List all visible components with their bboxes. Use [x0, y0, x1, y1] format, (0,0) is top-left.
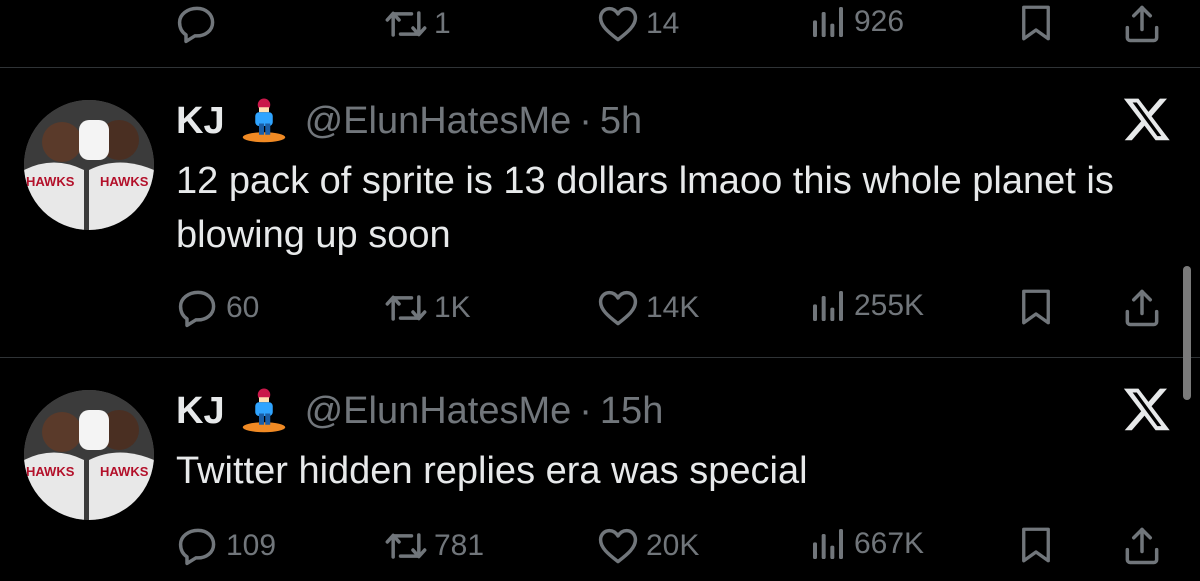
x-logo-icon: [1122, 94, 1172, 144]
avatar[interactable]: HAWKS HAWKS: [24, 100, 154, 230]
bookmark-icon: [1015, 524, 1057, 566]
views-button[interactable]: 255K: [808, 286, 924, 326]
separator: ·: [579, 99, 592, 142]
reply-icon: [175, 2, 219, 46]
tweet-action-bar-top: 1 14 926: [0, 0, 1200, 48]
repost-count: 781: [434, 529, 485, 562]
avatar[interactable]: HAWKS HAWKS: [24, 390, 154, 520]
like-button[interactable]: 14K: [596, 286, 699, 330]
bookmark-icon: [1015, 2, 1057, 44]
bookmark-button[interactable]: [1015, 2, 1057, 44]
like-button[interactable]: 20K: [596, 524, 699, 568]
reply-button[interactable]: [175, 2, 219, 46]
share-icon: [1120, 2, 1164, 46]
reply-icon: [176, 524, 220, 568]
tweet[interactable]: HAWKS HAWKS KJ @ElunHatesMe · 5h 12 pack…: [0, 68, 1200, 358]
reply-button[interactable]: 60: [176, 286, 259, 330]
svg-text:HAWKS: HAWKS: [100, 464, 149, 479]
tweet[interactable]: HAWKS HAWKS KJ @ElunHatesMe · 15h Twitte…: [0, 358, 1200, 581]
share-icon: [1120, 524, 1164, 568]
tweet-header: KJ @ElunHatesMe · 5h: [176, 96, 642, 146]
bookmark-button[interactable]: [1015, 286, 1057, 328]
repost-count: 1: [434, 7, 451, 40]
tweet-time[interactable]: 5h: [600, 100, 642, 143]
tweet-time[interactable]: 15h: [600, 390, 663, 433]
avatar-image: HAWKS HAWKS: [24, 390, 154, 520]
share-icon: [1120, 286, 1164, 330]
heart-icon: [596, 524, 640, 568]
views-button[interactable]: 926: [808, 2, 904, 42]
views-icon: [808, 2, 848, 42]
heart-icon: [596, 286, 640, 330]
share-button[interactable]: [1120, 524, 1164, 568]
views-count: 667K: [854, 527, 925, 560]
user-handle[interactable]: @ElunHatesMe: [305, 100, 572, 143]
display-name[interactable]: KJ: [176, 100, 225, 143]
like-count: 14: [646, 7, 680, 40]
user-handle[interactable]: @ElunHatesMe: [305, 390, 572, 433]
reply-count: 60: [226, 291, 260, 324]
repost-button[interactable]: 781: [384, 524, 484, 568]
avatar-image: HAWKS HAWKS: [24, 100, 154, 230]
views-count: 926: [854, 5, 905, 38]
bookmark-icon: [1015, 286, 1057, 328]
views-button[interactable]: 667K: [808, 524, 924, 564]
reply-button[interactable]: 109: [176, 524, 276, 568]
tweet-action-bar: 60 1K 14K 255K: [0, 280, 1200, 336]
scrollbar[interactable]: [1183, 266, 1191, 400]
tweet-header: KJ @ElunHatesMe · 15h: [176, 386, 663, 436]
repost-icon: [384, 286, 428, 330]
repost-button[interactable]: 1K: [384, 286, 471, 330]
bookmark-button[interactable]: [1015, 524, 1057, 566]
tweet-text: Twitter hidden replies era was special: [176, 450, 808, 492]
svg-text:HAWKS: HAWKS: [100, 174, 149, 189]
svg-text:HAWKS: HAWKS: [26, 174, 75, 189]
repost-count: 1K: [434, 291, 471, 324]
tweet-text: 12 pack of sprite is 13 dollars lmaoo th…: [176, 160, 1114, 256]
snowboarder-emoji-icon: [239, 386, 289, 436]
views-count: 255K: [854, 289, 925, 322]
separator: ·: [579, 389, 592, 432]
share-button[interactable]: [1120, 2, 1164, 46]
repost-button[interactable]: 1: [384, 2, 451, 46]
share-button[interactable]: [1120, 286, 1164, 330]
display-name[interactable]: KJ: [176, 390, 225, 433]
views-icon: [808, 286, 848, 326]
repost-icon: [384, 524, 428, 568]
svg-text:HAWKS: HAWKS: [26, 464, 75, 479]
tweet-action-bar: 109 781 20K 667K: [0, 518, 1200, 574]
heart-icon: [596, 2, 640, 46]
views-icon: [808, 524, 848, 564]
reply-count: 109: [226, 529, 277, 562]
like-button[interactable]: 14: [596, 2, 679, 46]
repost-icon: [384, 2, 428, 46]
reply-icon: [176, 286, 220, 330]
snowboarder-emoji-icon: [239, 96, 289, 146]
x-logo-icon: [1122, 384, 1172, 434]
like-count: 14K: [646, 291, 700, 324]
like-count: 20K: [646, 529, 700, 562]
